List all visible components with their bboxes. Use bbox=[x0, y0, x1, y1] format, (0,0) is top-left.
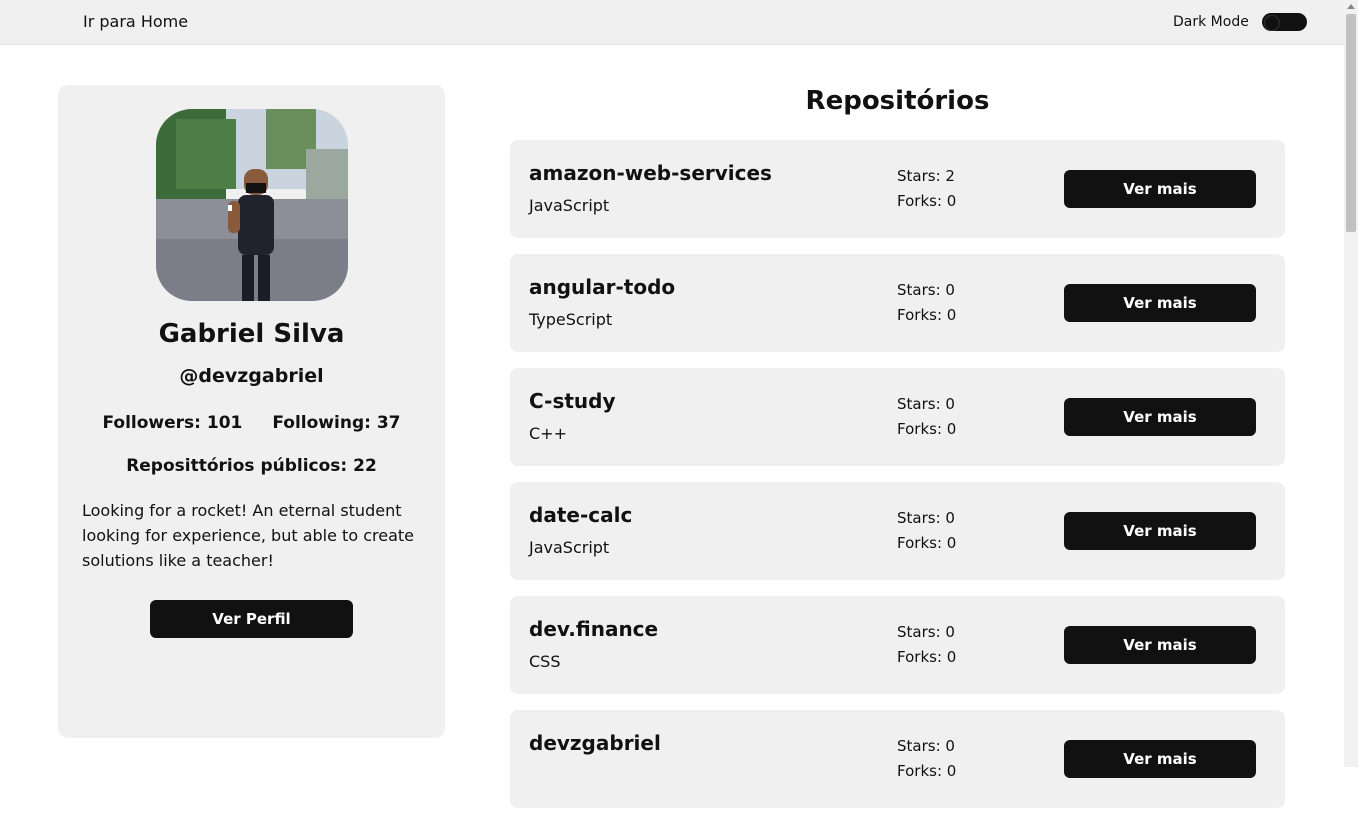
repo-name: amazon-web-services bbox=[529, 161, 772, 185]
scroll-thumb[interactable] bbox=[1346, 14, 1356, 232]
repo-forks: Forks: 0 bbox=[897, 420, 957, 438]
repo-list: amazon-web-services JavaScript Stars: 2 … bbox=[510, 140, 1285, 824]
dark-mode-label: Dark Mode bbox=[1173, 14, 1249, 30]
repos-title: Repositórios bbox=[805, 86, 990, 116]
see-more-button[interactable]: Ver mais bbox=[1064, 398, 1256, 436]
repo-name: dev.finance bbox=[529, 617, 659, 641]
following-count: Following: 37 bbox=[272, 413, 401, 433]
repo-language: JavaScript bbox=[529, 196, 610, 215]
repo-stars: Stars: 0 bbox=[897, 395, 955, 413]
repo-forks: Forks: 0 bbox=[897, 762, 957, 780]
repo-name: angular-todo bbox=[529, 275, 676, 299]
page-scrollbar[interactable] bbox=[1344, 0, 1358, 767]
avatar bbox=[156, 109, 348, 301]
see-more-button[interactable]: Ver mais bbox=[1064, 170, 1256, 208]
repo-stars: Stars: 2 bbox=[897, 167, 955, 185]
repo-language: C++ bbox=[529, 424, 567, 443]
see-more-button[interactable]: Ver mais bbox=[1064, 740, 1256, 778]
repo-card: amazon-web-services JavaScript Stars: 2 … bbox=[510, 140, 1285, 238]
repo-language: JavaScript bbox=[529, 538, 610, 557]
repo-name: devzgabriel bbox=[529, 731, 661, 755]
repo-stars: Stars: 0 bbox=[897, 281, 955, 299]
profile-handle: @devzgabriel bbox=[179, 365, 324, 387]
repo-language: CSS bbox=[529, 652, 561, 671]
public-repos-count: Reposittórios públicos: 22 bbox=[126, 456, 377, 476]
repo-name: date-calc bbox=[529, 503, 633, 527]
view-profile-button[interactable]: Ver Perfil bbox=[150, 600, 353, 638]
profile-bio: Looking for a rocket! An eternal student… bbox=[82, 501, 414, 570]
see-more-button[interactable]: Ver mais bbox=[1064, 626, 1256, 664]
repo-card: dev.finance CSS Stars: 0 Forks: 0 Ver ma… bbox=[510, 596, 1285, 694]
see-more-button[interactable]: Ver mais bbox=[1064, 512, 1256, 550]
home-link[interactable]: Ir para Home bbox=[83, 12, 188, 31]
repo-forks: Forks: 0 bbox=[897, 648, 957, 666]
profile-name: Gabriel Silva bbox=[158, 319, 345, 349]
profile-card: Gabriel Silva @devzgabriel Followers: 10… bbox=[58, 85, 445, 738]
dark-mode-toggle[interactable] bbox=[1262, 13, 1307, 31]
followers-count: Followers: 101 bbox=[102, 413, 243, 433]
repo-card: date-calc JavaScript Stars: 0 Forks: 0 V… bbox=[510, 482, 1285, 580]
repo-stars: Stars: 0 bbox=[897, 623, 955, 641]
toggle-knob bbox=[1264, 15, 1280, 31]
repo-language: TypeScript bbox=[529, 310, 613, 329]
repo-stars: Stars: 0 bbox=[897, 737, 955, 755]
repo-stars: Stars: 0 bbox=[897, 509, 955, 527]
repo-name: C-study bbox=[529, 389, 616, 413]
repo-forks: Forks: 0 bbox=[897, 534, 957, 552]
repo-card: devzgabriel Stars: 0 Forks: 0 Ver mais bbox=[510, 710, 1285, 808]
see-more-button[interactable]: Ver mais bbox=[1064, 284, 1256, 322]
repo-forks: Forks: 0 bbox=[897, 192, 957, 210]
scroll-up-arrow-icon[interactable] bbox=[1347, 4, 1355, 9]
follow-stats: Followers: 101 Following: 37 bbox=[58, 413, 445, 433]
repo-forks: Forks: 0 bbox=[897, 306, 957, 324]
repo-card: angular-todo TypeScript Stars: 0 Forks: … bbox=[510, 254, 1285, 352]
top-navbar: Ir para Home Dark Mode bbox=[0, 0, 1344, 45]
repo-card: C-study C++ Stars: 0 Forks: 0 Ver mais bbox=[510, 368, 1285, 466]
